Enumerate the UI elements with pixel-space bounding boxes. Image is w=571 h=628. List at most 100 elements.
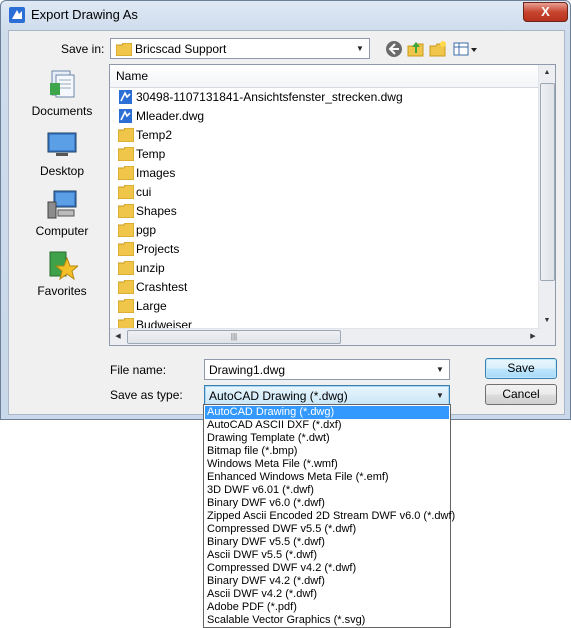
- favorites-icon: [49, 251, 78, 280]
- place-label: Favorites: [37, 284, 87, 298]
- dropdown-option[interactable]: Binary DWF v6.0 (*.dwf): [205, 497, 449, 510]
- place-label: Computer: [35, 224, 89, 238]
- chevron-down-icon[interactable]: ▼: [353, 39, 367, 58]
- dropdown-option[interactable]: Bitmap file (*.bmp): [205, 445, 449, 458]
- export-dialog: Export Drawing As X Save in: Bricscad Su…: [0, 0, 571, 420]
- close-button[interactable]: X: [523, 2, 568, 22]
- dwg-file-icon: [119, 90, 132, 104]
- folder-icon: [118, 280, 134, 294]
- save-as-type-label: Save as type:: [110, 388, 183, 402]
- dropdown-option[interactable]: Binary DWF v5.5 (*.dwf): [205, 536, 449, 549]
- folder-icon: [118, 204, 134, 218]
- file-name: 30498-1107131841-Ansichtsfenster_strecke…: [136, 90, 403, 104]
- folder-icon: [118, 242, 134, 256]
- save-as-type-options-list[interactable]: AutoCAD Drawing (*.dwg) AutoCAD ASCII DXF…: [203, 404, 455, 628]
- place-documents[interactable]: Documents: [15, 68, 109, 126]
- desktop-icon: [47, 132, 77, 156]
- folder-icon: [118, 223, 134, 237]
- list-item[interactable]: cui: [116, 183, 536, 202]
- save-button[interactable]: Save: [485, 358, 557, 379]
- dialog-client-area: Save in: Bricscad Support ▼ Documents De…: [8, 30, 565, 415]
- computer-icon: [47, 190, 77, 219]
- dropdown-option[interactable]: 3D DWF v6.01 (*.dwf): [205, 484, 449, 497]
- chevron-down-icon[interactable]: ▼: [433, 360, 447, 379]
- file-name: Crashtest: [136, 280, 188, 294]
- file-name: Mleader.dwg: [136, 109, 205, 123]
- window-title: Export Drawing As: [31, 7, 138, 22]
- places-bar: Documents Desktop Computer Favorites: [15, 64, 109, 339]
- title-bar: Export Drawing As X: [1, 1, 571, 29]
- dropdown-option[interactable]: Ascii DWF v5.5 (*.dwf): [205, 549, 449, 562]
- list-item[interactable]: Projects: [116, 240, 536, 259]
- file-name-input[interactable]: Drawing1.dwg ▼: [204, 359, 450, 380]
- file-name-label: File name:: [110, 363, 167, 377]
- dropdown-option[interactable]: Binary DWF v4.2 (*.dwf): [205, 575, 449, 588]
- file-name: pgp: [136, 223, 157, 237]
- chevron-down-icon[interactable]: ▼: [433, 386, 447, 405]
- dropdown-option[interactable]: Ascii DWF v4.2 (*.dwf): [205, 588, 449, 601]
- folder-icon: [118, 147, 134, 161]
- file-list[interactable]: Name 30498-1107131841-Ansichtsfenster_st…: [109, 64, 556, 346]
- save-in-dropdown[interactable]: Bricscad Support ▼: [110, 38, 370, 59]
- dropdown-option[interactable]: Enhanced Windows Meta File (*.emf): [205, 471, 449, 484]
- list-item[interactable]: Temp2: [116, 126, 536, 145]
- dropdown-option[interactable]: AutoCAD ASCII DXF (*.dxf): [205, 419, 449, 432]
- scroll-corner: [539, 329, 555, 345]
- dropdown-option[interactable]: Zipped Ascii Encoded 2D Stream DWF v6.0 …: [205, 510, 455, 523]
- file-name: Images: [136, 166, 176, 180]
- file-name: unzip: [136, 261, 165, 275]
- place-computer[interactable]: Computer: [15, 188, 109, 246]
- place-label: Desktop: [39, 164, 85, 178]
- file-name: Projects: [136, 242, 180, 256]
- dropdown-option[interactable]: Compressed DWF v4.2 (*.dwf): [205, 562, 449, 575]
- folder-icon: [118, 166, 134, 180]
- dwg-file-icon: [119, 109, 132, 123]
- folder-icon: [116, 43, 132, 56]
- save-as-type-dropdown[interactable]: AutoCAD Drawing (*.dwg) ▼: [204, 385, 450, 406]
- back-icon[interactable]: [384, 39, 404, 59]
- list-item[interactable]: pgp: [116, 221, 536, 240]
- up-folder-icon[interactable]: [406, 39, 426, 59]
- save-in-value: Bricscad Support: [135, 42, 227, 56]
- place-favorites[interactable]: Favorites: [15, 248, 109, 306]
- list-item[interactable]: Images: [116, 164, 536, 183]
- place-desktop[interactable]: Desktop: [15, 128, 109, 186]
- list-item[interactable]: Shapes: [116, 202, 536, 221]
- scroll-left-icon[interactable]: ◀: [110, 329, 126, 345]
- column-header-name[interactable]: Name: [110, 65, 541, 88]
- dropdown-option[interactable]: Drawing Template (*.dwt): [205, 432, 449, 445]
- documents-icon: [50, 70, 75, 98]
- folder-icon: [118, 299, 134, 313]
- file-name: Shapes: [136, 204, 177, 218]
- vertical-scrollbar[interactable]: ▲ ▼: [538, 65, 555, 329]
- folder-icon: [118, 185, 134, 199]
- list-item[interactable]: unzip: [116, 259, 536, 278]
- scroll-down-icon[interactable]: ▼: [539, 313, 555, 329]
- list-item[interactable]: 30498-1107131841-Ansichtsfenster_strecke…: [116, 88, 536, 107]
- scroll-up-icon[interactable]: ▲: [539, 65, 555, 81]
- dropdown-option[interactable]: Compressed DWF v5.5 (*.dwf): [205, 523, 449, 536]
- file-name: Large: [136, 299, 167, 313]
- file-name: cui: [136, 185, 152, 199]
- file-name: Temp: [136, 147, 166, 161]
- list-item[interactable]: Mleader.dwg: [116, 107, 536, 126]
- views-menu-icon[interactable]: [452, 39, 478, 59]
- column-header-label: Name: [116, 69, 149, 83]
- horizontal-scrollbar[interactable]: ◀ ||| ▶: [110, 328, 541, 345]
- dropdown-option[interactable]: Windows Meta File (*.wmf): [205, 458, 449, 471]
- dropdown-option[interactable]: Scalable Vector Graphics (*.svg): [205, 614, 449, 627]
- scroll-thumb-grip-icon[interactable]: |||: [127, 330, 341, 344]
- list-item[interactable]: Large: [116, 297, 536, 316]
- list-item[interactable]: Crashtest: [116, 278, 536, 297]
- place-label: Documents: [31, 104, 93, 118]
- save-in-label: Save in:: [61, 42, 105, 56]
- folder-icon: [118, 261, 134, 275]
- file-name: Temp2: [136, 128, 173, 142]
- dropdown-option[interactable]: AutoCAD Drawing (*.dwg): [205, 406, 449, 419]
- list-item[interactable]: Temp: [116, 145, 536, 164]
- dropdown-option[interactable]: Adobe PDF (*.pdf): [205, 601, 449, 614]
- file-rows: 30498-1107131841-Ansichtsfenster_strecke…: [110, 88, 541, 329]
- new-folder-icon[interactable]: [428, 39, 448, 59]
- cancel-button[interactable]: Cancel: [485, 384, 557, 405]
- scroll-thumb[interactable]: [540, 83, 555, 281]
